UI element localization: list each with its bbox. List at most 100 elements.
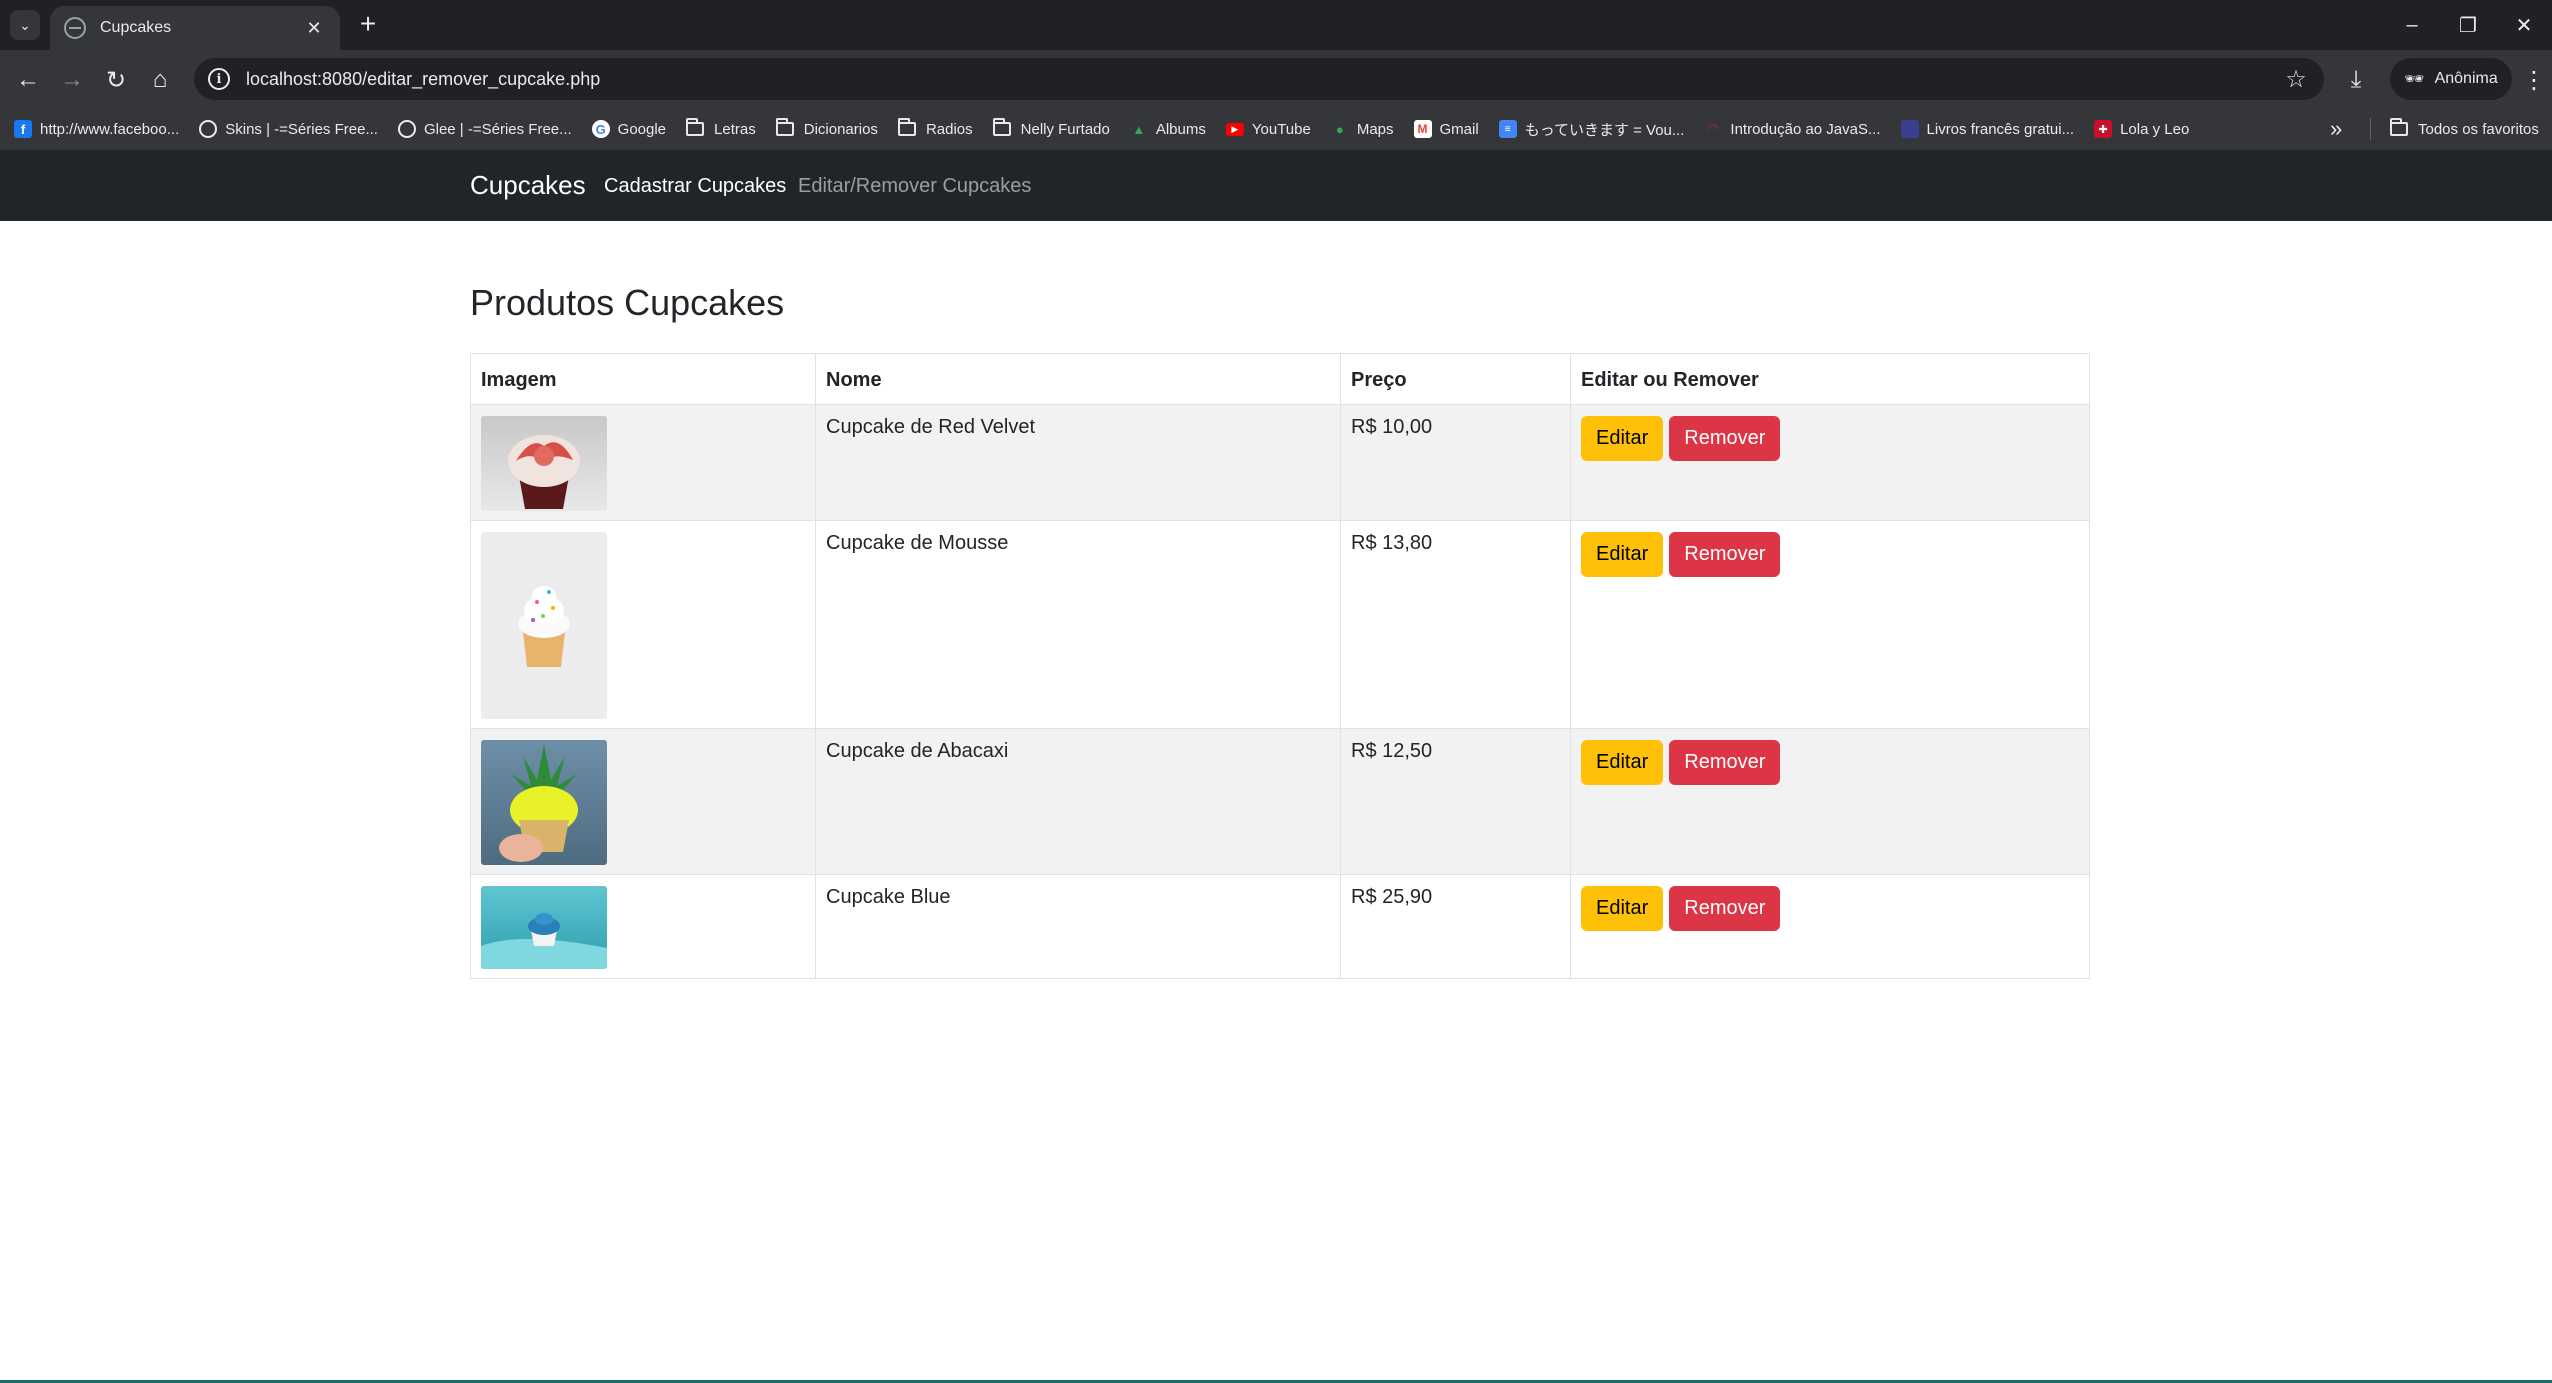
table-row: Cupcake de Abacaxi R$ 12,50 Editar Remove… [470,728,2090,875]
table-row: Cupcake de Red Velvet R$ 10,00 Editar Rem… [470,404,2090,521]
product-name: Cupcake Blue [815,874,1341,979]
remove-button[interactable]: Remover [1669,740,1781,785]
incognito-icon: 🕶 [2404,71,2425,88]
browser-tab-strip: ⌄ Cupcakes ✕ + – ❐ ✕ [0,0,2552,50]
bookmark-star-icon[interactable]: ☆ [2276,65,2316,94]
remove-button[interactable]: Remover [1669,886,1781,931]
new-tab-button[interactable]: + [352,10,384,40]
browser-toolbar: ← → ↻ ⌂ i localhost:8080/editar_remover_… [0,50,2552,108]
tab-close-icon[interactable]: ✕ [302,18,326,39]
column-header-name: Nome [815,353,1341,405]
bookmark-item[interactable]: G Google [591,120,666,138]
page-title: Produtos Cupcakes [470,282,785,323]
nav-link-editar-remover[interactable]: Editar/Remover Cupcakes [798,175,1031,198]
drive-icon: ▲ [1132,121,1146,137]
image-cell [470,874,816,979]
edit-button[interactable]: Editar [1581,740,1664,785]
maps-icon: ● [1335,121,1344,137]
bookmark-item[interactable]: Glee | -=Séries Free... [397,120,572,138]
docs-icon: ≡ [1498,120,1517,138]
products-table: Imagem Nome Preço Editar ou Remover Cupc… [470,353,2090,979]
actions-cell: Editar Remover [1570,874,2090,979]
product-price: R$ 12,50 [1340,728,1571,875]
table-header-row: Imagem Nome Preço Editar ou Remover [470,353,2090,405]
bookmark-item[interactable]: f http://www.faceboo... [14,120,179,138]
actions-cell: Editar Remover [1570,520,2090,729]
tab-title: Cupcakes [100,19,172,36]
gmail-icon: M [1413,120,1432,138]
product-name: Cupcake de Red Velvet [815,404,1341,521]
image-cell [470,404,816,521]
bookmark-item[interactable]: ● Maps [1331,120,1394,138]
bookmark-folder[interactable]: Letras [686,118,756,138]
bookmark-item[interactable]: ▶ YouTube [1225,121,1311,138]
bookmark-item[interactable]: ▲ Albums [1130,120,1205,138]
site-navbar: Cupcakes Cadastrar Cupcakes Editar/Remov… [0,150,2552,221]
window-controls: – ❐ ✕ [2384,0,2552,50]
navbar-brand[interactable]: Cupcakes [470,170,586,201]
bookmarks-overflow-icon[interactable]: » [2330,108,2342,150]
product-price: R$ 25,90 [1340,874,1571,979]
bookmark-folder[interactable]: Radios [897,118,973,138]
folder-icon [686,118,705,136]
mousse-cupcake-image [481,532,607,719]
folder-icon [897,118,916,136]
tab-search-chevron-icon[interactable]: ⌄ [10,10,40,40]
image-cell [470,728,816,875]
browser-tab[interactable]: Cupcakes ✕ [50,6,340,50]
site-icon [1900,120,1919,138]
download-icon[interactable]: ⤓ [2340,64,2372,96]
remove-button[interactable]: Remover [1669,416,1781,461]
table-row: Cupcake de Mousse R$ 13,80 Editar Remover [470,520,2090,729]
google-icon: G [591,120,610,138]
blue-cupcake-image [481,886,607,969]
url-text[interactable]: localhost:8080/editar_remover_cupcake.ph… [246,69,2276,90]
image-cell [470,520,816,729]
folder-icon [992,118,1011,136]
bookmark-folder[interactable]: Nelly Furtado [992,118,1110,138]
bookmark-folder[interactable]: Dicionarios [775,118,878,138]
table-row: Cupcake Blue R$ 25,90 Editar Remover [470,874,2090,979]
remove-button[interactable]: Remover [1669,532,1781,577]
column-header-price: Preço [1340,353,1571,405]
product-name: Cupcake de Abacaxi [815,728,1341,875]
folder-icon [775,118,794,136]
incognito-label: Anônima [2434,70,2498,87]
actions-cell: Editar Remover [1570,728,2090,875]
edit-button[interactable]: Editar [1581,886,1664,931]
edit-button[interactable]: Editar [1581,416,1664,461]
address-bar[interactable]: i localhost:8080/editar_remover_cupcake.… [194,58,2324,100]
all-bookmarks-folder[interactable]: Todos os favoritos [2390,108,2539,150]
incognito-badge[interactable]: 🕶 Anônima [2390,58,2512,100]
back-arrow-icon[interactable]: ← [12,64,44,96]
folder-icon [2390,118,2408,136]
site-info-icon[interactable]: i [208,68,230,90]
uk-flag-icon: ✚ [2094,120,2113,138]
bookmark-item[interactable]: M Gmail [1413,120,1479,138]
minimize-icon[interactable]: – [2384,0,2440,50]
bookmarks-divider [2370,118,2371,140]
product-price: R$ 10,00 [1340,404,1571,521]
pineapple-cupcake-image [481,740,607,865]
bookmark-item[interactable]: Livros francês gratui... [1900,120,2074,138]
globe-icon [199,120,218,138]
bookmark-item[interactable]: ≡ もっていきます = Vou... [1498,119,1684,140]
bookmarks-bar: f http://www.faceboo... Skins | -=Séries … [0,108,2552,150]
bookmark-item[interactable]: ✚ Lola y Leo [2094,120,2189,138]
nav-link-cadastrar[interactable]: Cadastrar Cupcakes [604,175,786,198]
bookmark-item[interactable]: Skins | -=Séries Free... [199,120,378,138]
edit-button[interactable]: Editar [1581,532,1664,577]
product-price: R$ 13,80 [1340,520,1571,729]
restore-icon[interactable]: ❐ [2440,0,2496,50]
facebook-icon: f [14,120,32,138]
product-name: Cupcake de Mousse [815,520,1341,729]
youtube-icon: ▶ [1225,122,1244,136]
bookmark-item[interactable]: ◠ Introdução ao JavaS... [1704,120,1880,138]
home-icon[interactable]: ⌂ [144,64,176,96]
forward-arrow-icon[interactable]: → [56,64,88,96]
globe-icon [64,17,86,39]
close-window-icon[interactable]: ✕ [2496,0,2552,50]
red-velvet-cupcake-image [481,416,607,511]
kebab-menu-icon[interactable]: ⋮ [2522,64,2546,96]
reload-icon[interactable]: ↻ [100,64,132,96]
